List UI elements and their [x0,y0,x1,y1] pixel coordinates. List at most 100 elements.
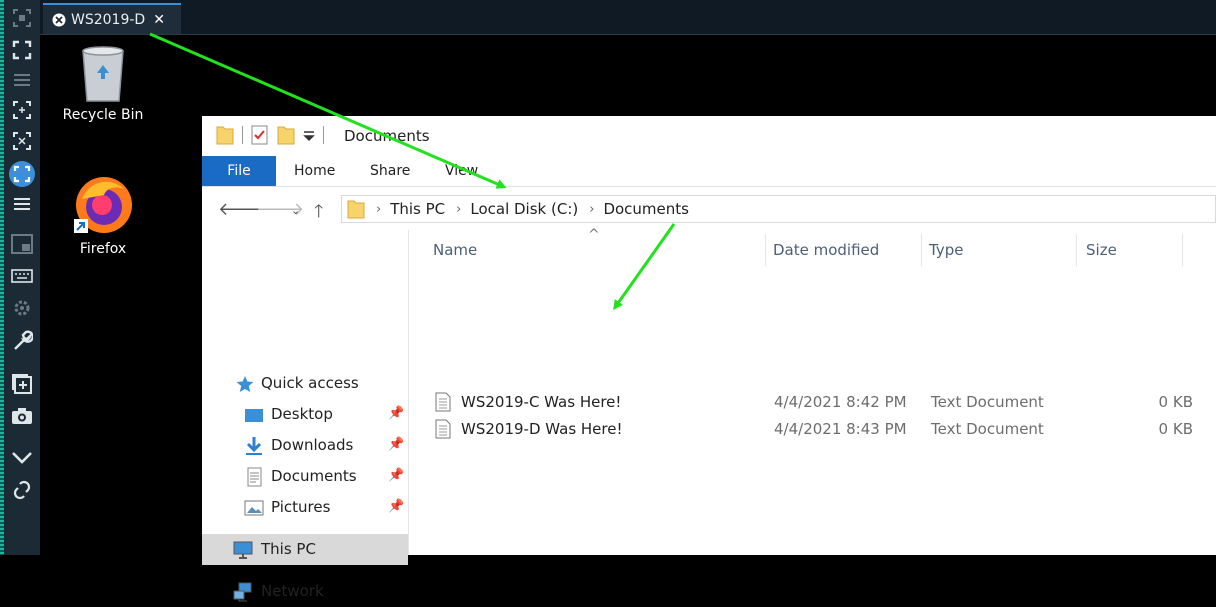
desktop-icon-firefox[interactable]: Firefox [48,175,158,257]
file-name[interactable]: WS2019-C Was Here! [461,393,621,411]
tab-home[interactable]: Home [294,156,335,186]
desktop-folder-icon [245,409,263,422]
tab-bar: WS2019-D ✕ [40,0,1216,35]
ribbon-tabs: File Home Share View [202,156,1216,187]
nav-documents[interactable]: Documents 📌 [202,461,408,492]
sort-ascending-chevron-icon: ^ [588,227,600,243]
fullscreen-icon[interactable] [8,36,36,64]
address-row: 🡐 🡒 ⌄ 🡑 › This PC › Local Disk (C:) › Do… [202,188,1216,230]
text-document-icon [435,419,451,439]
breadcrumb-documents[interactable]: Documents [603,200,689,218]
column-divider[interactable] [1076,234,1077,266]
keyboard-icon[interactable] [8,262,36,290]
star-icon [236,376,254,392]
menu-icon[interactable] [8,66,36,94]
divider [242,126,243,144]
nav-label: Pictures [271,498,331,516]
download-arrow-icon [246,437,262,455]
recent-locations-chevron-icon[interactable]: ⌄ [291,204,300,217]
properties-icon[interactable] [251,125,269,145]
tab-file[interactable]: File [202,156,276,186]
folder-icon[interactable] [216,125,234,145]
wrench-icon[interactable] [8,326,36,354]
window-icon[interactable] [8,230,36,258]
recycle-bin-icon [82,46,124,102]
file-size: 0 KB [1158,420,1193,438]
title-bar: Documents [202,116,1216,154]
tab-share[interactable]: Share [370,156,410,186]
file-row[interactable]: WS2019-D Was Here! 4/4/2021 8:43 PM Text… [429,416,1216,443]
new-folder-icon[interactable] [277,125,295,145]
tab-view[interactable]: View [445,156,478,186]
file-row[interactable]: WS2019-C Was Here! 4/4/2021 8:42 PM Text… [429,389,1216,416]
folder-icon [347,200,365,219]
add-window-icon[interactable] [8,370,36,398]
firefox-icon [74,177,132,233]
customize-dropdown-icon[interactable] [303,128,315,142]
desktop-icon-label: Recycle Bin [62,107,144,123]
column-header-type[interactable]: Type [929,240,963,270]
file-date-modified: 4/4/2021 8:42 PM [774,393,907,411]
nav-this-pc[interactable]: This PC [202,534,408,565]
divider [323,126,324,144]
nav-label: Quick access [261,374,359,392]
file-type: Text Document [931,420,1044,438]
nav-label: Desktop [271,405,333,423]
address-bar[interactable]: › This PC › Local Disk (C:) › Documents [341,195,1216,223]
nav-downloads[interactable]: Downloads 📌 [202,430,408,461]
network-icon [233,582,252,602]
nav-label: Documents [271,467,357,485]
pin-icon[interactable]: 📌 [388,406,404,421]
chevron-right-icon[interactable]: › [589,202,594,217]
nav-pictures[interactable]: Pictures 📌 [202,492,408,523]
column-header-size[interactable]: Size [1086,240,1117,270]
nav-label: Network [261,582,324,600]
window-title: Documents [344,127,430,145]
tab-title: WS2019-D [71,11,146,28]
settings-gear-icon[interactable] [8,294,36,322]
hamburger-icon[interactable] [8,190,36,218]
desktop-icon-recycle-bin[interactable]: Recycle Bin [48,45,158,123]
desktop-icon-label: Firefox [79,241,127,257]
file-list: ^ Name Date modified Type Size WS2019-C … [409,227,1216,555]
navigation-pane: Quick access Desktop 📌 Downloads 📌 Docum… [202,230,408,602]
documents-folder-icon [247,467,262,487]
scale-screen-icon[interactable] [8,96,36,124]
column-header-name[interactable]: Name [433,240,477,270]
quick-access-toolbar [216,125,324,145]
expand-circle-icon[interactable] [8,160,36,188]
file-size: 0 KB [1158,393,1193,411]
close-icon[interactable]: ✕ [153,12,165,28]
pin-icon[interactable]: 📌 [388,468,404,483]
nav-desktop[interactable]: Desktop 📌 [202,399,408,430]
nav-label: Downloads [271,436,354,454]
breadcrumb-local-disk[interactable]: Local Disk (C:) [470,200,578,218]
camera-icon[interactable] [8,402,36,430]
pin-icon[interactable]: 📌 [388,499,404,514]
column-divider[interactable] [1182,234,1183,266]
column-divider[interactable] [765,234,766,266]
file-date-modified: 4/4/2021 8:43 PM [774,420,907,438]
session-toolbar [4,0,40,555]
pictures-folder-icon [244,500,264,516]
session-icon [52,13,66,26]
column-divider[interactable] [921,234,922,266]
column-header-date-modified[interactable]: Date modified [773,240,879,270]
text-document-icon [435,392,451,412]
computer-icon [233,541,253,559]
file-explorer-window: Documents File Home Share View 🡐 🡒 ⌄ 🡑 ›… [202,116,1216,602]
nav-quick-access[interactable]: Quick access [202,368,408,399]
fit-screen-icon[interactable] [8,4,36,32]
chevron-right-icon[interactable]: › [456,202,461,217]
session-tab[interactable]: WS2019-D ✕ [43,3,181,34]
up-arrow-icon[interactable]: 🡑 [314,199,323,229]
chevron-right-icon[interactable]: › [376,202,381,217]
pin-icon[interactable]: 📌 [388,437,404,452]
disconnect-link-icon[interactable] [8,476,36,504]
nav-network[interactable]: Network [202,576,408,607]
chevron-down-icon[interactable] [8,444,36,472]
breadcrumb-this-pc[interactable]: This PC [390,200,445,218]
file-name[interactable]: WS2019-D Was Here! [461,420,623,438]
resize-screen-icon[interactable] [8,127,36,155]
file-type: Text Document [931,393,1044,411]
